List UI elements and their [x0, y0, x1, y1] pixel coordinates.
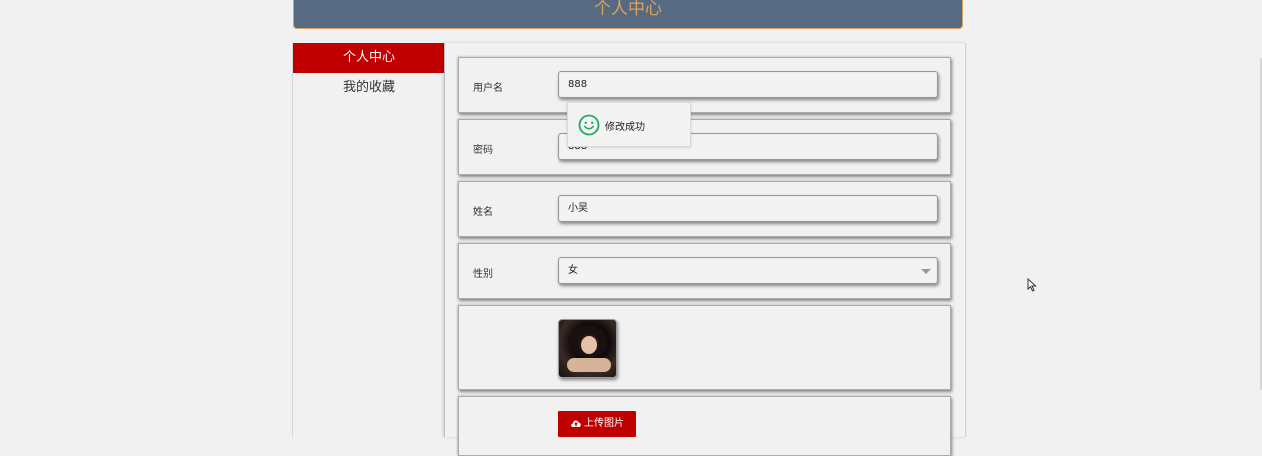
username-label: 用户名: [473, 83, 503, 94]
avatar-arm: [567, 358, 611, 372]
cloud-upload-icon: [571, 420, 581, 427]
username-row: 用户名 888: [458, 57, 951, 113]
mouse-pointer-icon: [1027, 278, 1037, 292]
avatar: [558, 319, 617, 378]
avatar-row: [458, 305, 951, 390]
upload-image-button[interactable]: 上传图片: [558, 411, 636, 437]
name-label: 姓名: [473, 207, 493, 218]
gender-label: 性别: [473, 269, 493, 280]
sidebar-item-personal-center[interactable]: 个人中心: [293, 43, 445, 73]
smile-icon: [578, 114, 600, 136]
upload-row: 上传图片: [458, 396, 951, 456]
page-title: 个人中心: [594, 0, 662, 19]
profile-form-panel: 用户名 888 密码 888 姓名 小吴 性别 女 上传图片: [444, 43, 966, 456]
password-label: 密码: [473, 145, 493, 156]
password-row: 密码 888: [458, 119, 951, 175]
name-row: 姓名 小吴: [458, 181, 951, 237]
username-input[interactable]: 888: [558, 71, 938, 98]
avatar-face: [581, 336, 597, 354]
sidebar: 个人中心 我的收藏: [292, 43, 445, 437]
toast-message: 修改成功: [605, 122, 645, 133]
gender-select-value: 女: [568, 265, 578, 276]
gender-row: 性别 女: [458, 243, 951, 299]
success-toast: 修改成功: [567, 102, 691, 147]
sidebar-item-my-favorites[interactable]: 我的收藏: [293, 73, 445, 103]
chevron-down-icon: [921, 269, 931, 274]
gender-select[interactable]: 女: [558, 257, 938, 284]
name-input[interactable]: 小吴: [558, 195, 938, 222]
upload-image-label: 上传图片: [584, 418, 624, 429]
page-header: 个人中心: [293, 0, 963, 29]
